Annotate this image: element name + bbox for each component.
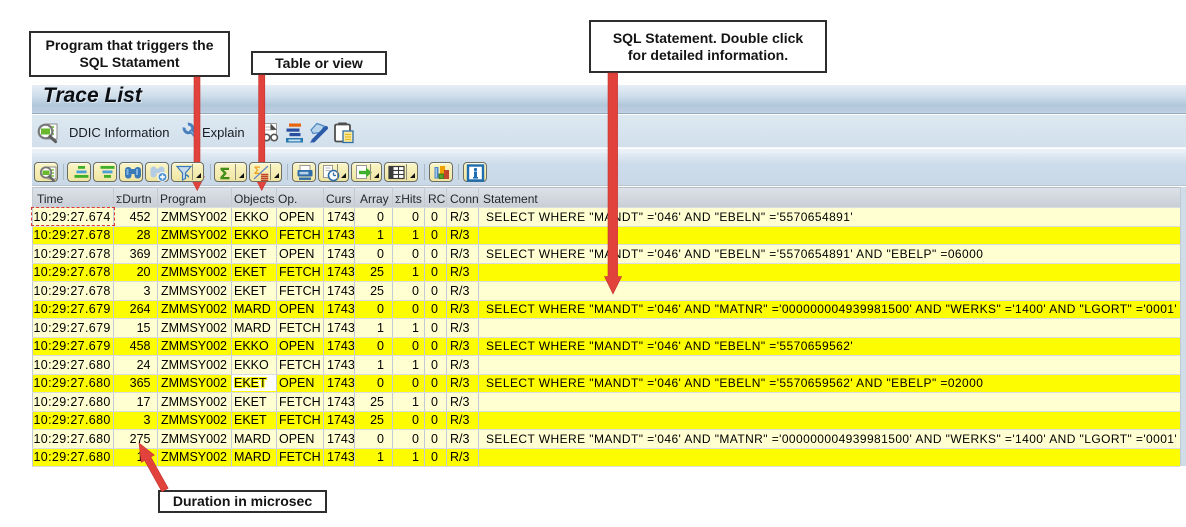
svg-text:Σ: Σ — [220, 166, 230, 182]
svg-text:≣: ≣ — [260, 172, 269, 182]
